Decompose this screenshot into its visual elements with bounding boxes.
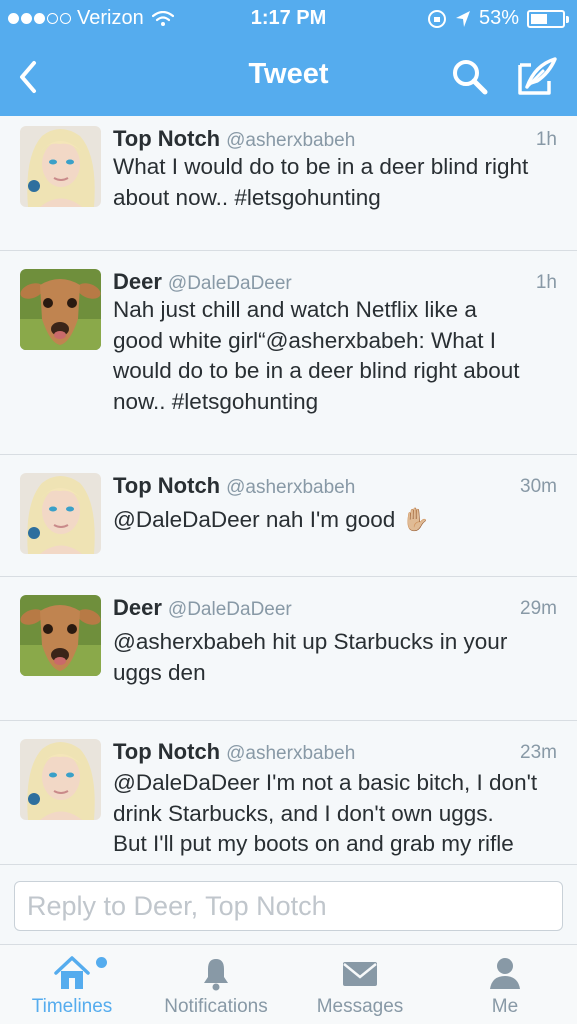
location-icon: [455, 10, 470, 27]
nav-bar: Tweet: [0, 38, 577, 116]
woman-avatar-icon: [20, 126, 101, 207]
tweet-text: Nah just chill and watch Netflix like a …: [113, 297, 520, 414]
tweet-item[interactable]: Deer @DaleDaDeer 1h Nah just chill and wa…: [0, 251, 577, 455]
status-indicators: 53%: [427, 7, 569, 30]
tweet-time: 23m: [520, 742, 557, 763]
author-handle[interactable]: @asherxbabeh: [226, 130, 355, 151]
home-icon: [54, 956, 90, 989]
search-button[interactable]: [450, 57, 490, 97]
author-name[interactable]: Top Notch: [113, 739, 220, 764]
status-bar: Verizon 1:17 PM 53%: [0, 0, 577, 38]
person-icon: [490, 958, 520, 989]
avatar[interactable]: [20, 739, 101, 820]
tweet-text: @asherxbabeh hit up Starbucks in your ug…: [113, 629, 508, 685]
tab-label: Messages: [316, 996, 404, 1017]
tweet-time: 30m: [520, 476, 557, 497]
tab-messages[interactable]: Messages: [288, 945, 432, 1024]
tab-timelines[interactable]: Timelines: [0, 945, 144, 1024]
avatar[interactable]: [20, 269, 101, 350]
search-icon: [453, 60, 488, 95]
tweet-detail-screen: Verizon 1:17 PM 53% Tweet Top Notch @ash…: [0, 0, 577, 1024]
woman-avatar-icon: [20, 739, 101, 820]
author-name[interactable]: Deer: [113, 595, 162, 620]
battery-level: [531, 13, 547, 24]
avatar[interactable]: [20, 126, 101, 207]
bell-icon: [204, 959, 228, 991]
author-name[interactable]: Top Notch: [113, 126, 220, 151]
compose-icon: [518, 57, 557, 95]
unread-dot: [96, 957, 107, 968]
header: Verizon 1:17 PM 53% Tweet: [0, 0, 577, 116]
reply-bar: [0, 864, 577, 944]
author-handle[interactable]: @asherxbabeh: [226, 477, 355, 498]
tweet-time: 29m: [520, 598, 557, 619]
avatar[interactable]: [20, 473, 101, 554]
deer-avatar-icon: [20, 595, 101, 676]
rotation-lock-icon: [427, 9, 446, 28]
author-handle[interactable]: @DaleDaDeer: [168, 273, 292, 294]
author-handle[interactable]: @DaleDaDeer: [168, 599, 292, 620]
tweet-header: Deer @DaleDaDeer 29m: [113, 595, 557, 625]
battery-icon: [527, 9, 569, 28]
tab-label: Timelines: [31, 996, 113, 1017]
tab-label: Me: [491, 996, 519, 1017]
battery-percent: 53%: [478, 7, 519, 29]
compose-button[interactable]: [515, 55, 559, 99]
author-handle[interactable]: @asherxbabeh: [226, 743, 355, 764]
tweet-text: @DaleDaDeer I'm not a basic bitch, I don…: [113, 770, 538, 856]
tweet-list[interactable]: Top Notch @asherxbabeh 1h What I would do…: [0, 116, 577, 864]
tweet-time: 1h: [535, 272, 557, 293]
deer-avatar-icon: [20, 269, 101, 350]
tweet-item[interactable]: Top Notch @asherxbabeh 23m @DaleDaDeer I'…: [0, 721, 577, 864]
tab-label: Notifications: [164, 996, 268, 1017]
tweet-time: 1h: [535, 129, 557, 150]
avatar[interactable]: [20, 595, 101, 676]
tweet-item[interactable]: Deer @DaleDaDeer 29m @asherxbabeh hit up …: [0, 577, 577, 721]
tweet-item[interactable]: Top Notch @asherxbabeh 1h What I would do…: [0, 116, 577, 251]
tweet-item[interactable]: Top Notch @asherxbabeh 30m @DaleDaDeer na…: [0, 455, 577, 577]
tweet-text: @DaleDaDeer nah I'm good ✋🏼: [113, 507, 430, 532]
tweet-text: What I would do to be in a deer blind ri…: [113, 154, 529, 210]
woman-avatar-icon: [20, 473, 101, 554]
tweet-header: Top Notch @asherxbabeh 23m: [113, 739, 557, 769]
page-title: Tweet: [248, 58, 329, 90]
author-name[interactable]: Deer: [113, 269, 162, 294]
tweet-header: Top Notch @asherxbabeh 30m: [113, 473, 557, 503]
tab-me[interactable]: Me: [433, 945, 577, 1024]
reply-input[interactable]: [14, 881, 563, 931]
envelope-icon: [343, 962, 377, 986]
author-name[interactable]: Top Notch: [113, 473, 220, 498]
tab-notifications[interactable]: Notifications: [144, 945, 288, 1024]
tab-bar: Timelines Notifications Messages Me: [0, 944, 577, 1024]
